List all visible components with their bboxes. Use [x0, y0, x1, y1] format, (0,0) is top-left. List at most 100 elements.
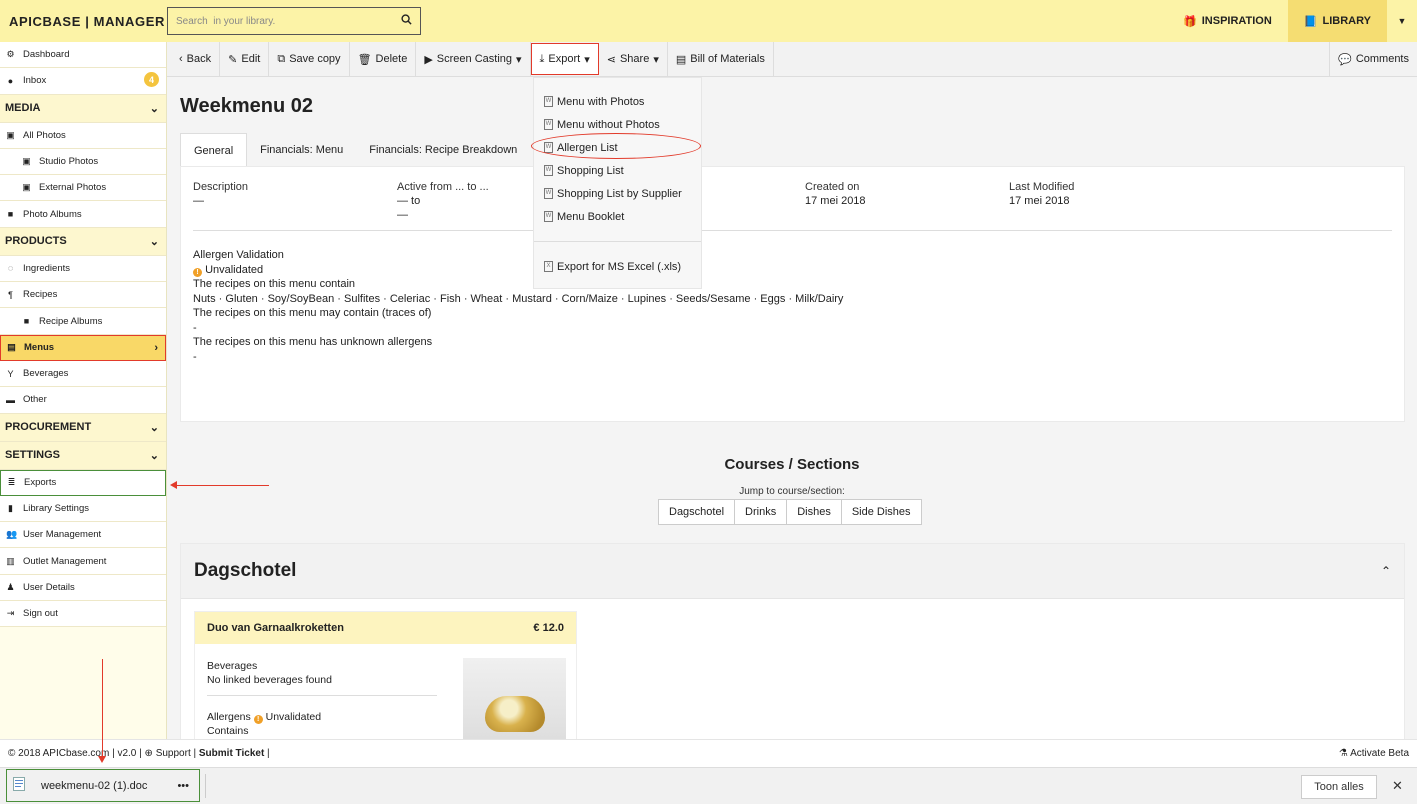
more-options-icon[interactable]: •••: [177, 780, 189, 792]
unknown-label: The recipes on this menu has unknown all…: [193, 336, 433, 348]
jump-dagschotel-button[interactable]: Dagschotel: [658, 499, 736, 525]
section-header[interactable]: Dagschotel ⌃: [181, 544, 1404, 599]
sidebar-item-external-photos[interactable]: ▣ External Photos: [0, 175, 166, 202]
sidebar-item-library-settings[interactable]: ▮ Library Settings: [0, 495, 166, 523]
jump-drinks-button[interactable]: Drinks: [734, 499, 788, 525]
image-icon: ▣: [6, 129, 15, 140]
sidebar-item-outlet-management[interactable]: ▥ Outlet Management: [0, 548, 166, 575]
description-block: Description —: [193, 180, 248, 208]
cutlery-icon: ¶: [8, 289, 13, 300]
search-input[interactable]: [176, 15, 386, 27]
library-link[interactable]: 📘 LIBRARY: [1287, 0, 1387, 42]
sidebar-item-beverages[interactable]: Y Beverages: [0, 360, 166, 388]
download-item[interactable]: weekmenu-02 (1).doc •••: [6, 769, 200, 802]
sidebar-item-recipes[interactable]: ¶ Recipes: [0, 282, 166, 309]
sidebar-item-dashboard[interactable]: ⚙ Dashboard: [0, 42, 166, 69]
tab-financials-recipe-breakdown[interactable]: Financials: Recipe Breakdown: [356, 133, 530, 167]
active-label: Active from ... to ...: [397, 181, 489, 193]
list-icon: ▤: [675, 53, 687, 66]
book-icon: 📘: [1303, 15, 1318, 28]
chevron-down-icon: ⌄: [149, 421, 159, 434]
comments-button[interactable]: 💬 Comments: [1329, 42, 1417, 76]
chevron-down-icon: ⌄: [149, 102, 159, 115]
box-icon: ▬: [6, 394, 15, 405]
save-copy-button[interactable]: ⧉ Save copy: [269, 42, 350, 76]
dish-header[interactable]: Duo van Garnaalkroketten € 12.0: [195, 612, 576, 644]
download-separator: [205, 774, 206, 798]
general-card: Description — Active from ... to ... — t…: [180, 166, 1405, 422]
export-menu-with-photos[interactable]: W Menu with Photos: [534, 90, 701, 113]
chevron-down-icon: ⌄: [149, 235, 159, 248]
annotation-arrow-line: [174, 485, 269, 486]
export-shopping-list-by-supplier[interactable]: W Shopping List by Supplier: [534, 182, 701, 205]
export-button[interactable]: ⤓ Export ▾: [530, 43, 599, 75]
show-all-button[interactable]: Toon alles: [1301, 775, 1377, 799]
active-value: — to: [397, 195, 421, 207]
sidebar-item-all-photos[interactable]: ▣ All Photos: [0, 122, 166, 149]
bill-of-materials-button[interactable]: ▤ Bill of Materials: [668, 42, 774, 76]
close-icon[interactable]: ✕: [1392, 778, 1403, 794]
caret-down-icon: ▾: [516, 53, 522, 66]
sidebar-item-user-details[interactable]: ♟ User Details: [0, 574, 166, 602]
top-bar: APICBASE | MANAGER 🎁 INSPIRATION 📘 LIBRA…: [0, 0, 1417, 42]
courses-title: Courses / Sections: [724, 456, 860, 473]
divider: [193, 230, 1392, 231]
dish-photo[interactable]: [463, 658, 566, 739]
activate-beta-link[interactable]: ⚗ Activate Beta: [1339, 748, 1409, 759]
jump-dishes-button[interactable]: Dishes: [786, 499, 842, 525]
search-icon[interactable]: [401, 14, 412, 28]
dish-divider: [207, 695, 437, 696]
sidebar-item-user-management[interactable]: 👥 User Management: [0, 522, 166, 549]
sidebar: ⚙ Dashboard ● Inbox 4 MEDIA ⌄ ▣ All Photos ▣ S…: [0, 42, 167, 739]
created-value: 17 mei 2018: [805, 195, 866, 207]
annotation-arrow-head: [98, 756, 106, 763]
sidebar-section-settings[interactable]: SETTINGS ⌄: [0, 441, 166, 470]
copyright: © 2018 APICbase.com | v2.0 |: [8, 748, 142, 759]
export-menu-booklet[interactable]: W Menu Booklet: [534, 205, 701, 228]
inspiration-link[interactable]: 🎁 INSPIRATION: [1167, 0, 1288, 42]
word-doc-icon: W: [544, 96, 553, 107]
sidebar-item-exports[interactable]: ≣ Exports: [0, 469, 166, 496]
play-icon: ▶: [424, 53, 433, 66]
dropdown-divider: [534, 241, 701, 242]
share-button[interactable]: ⋖ Share ▾: [599, 42, 668, 76]
chevron-up-icon[interactable]: ⌃: [1381, 564, 1391, 578]
sidebar-item-menus[interactable]: ▤ Menus ›: [0, 334, 166, 361]
submit-ticket-link[interactable]: Submit Ticket: [199, 748, 264, 759]
sidebar-item-photo-albums[interactable]: ■ Photo Albums: [0, 201, 166, 228]
user-icon: ♟: [6, 581, 15, 592]
screen-casting-button[interactable]: ▶ Screen Casting ▾: [416, 42, 531, 76]
footer-left: © 2018 APICbase.com | v2.0 | ⊕ Support |…: [8, 748, 270, 759]
back-button[interactable]: ‹ Back: [171, 42, 221, 76]
tab-financials-menu[interactable]: Financials: Menu: [247, 133, 356, 167]
export-ms-excel[interactable]: X Export for MS Excel (.xls): [534, 255, 701, 278]
jump-side-dishes-button[interactable]: Side Dishes: [840, 499, 922, 525]
export-dropdown: W Menu with Photos W Menu without Photos W…: [531, 77, 702, 289]
export-shopping-list[interactable]: W Shopping List: [534, 159, 701, 182]
sidebar-item-studio-photos[interactable]: ▣ Studio Photos: [0, 148, 166, 176]
users-icon: 👥: [6, 529, 18, 540]
sidebar-item-inbox[interactable]: ● Inbox 4: [0, 68, 166, 95]
sidebar-section-media[interactable]: MEDIA ⌄: [0, 94, 166, 123]
brand-logo[interactable]: APICBASE | MANAGER: [0, 14, 167, 29]
user-menu-caret-icon[interactable]: ▼: [1387, 0, 1417, 42]
building-icon: ▥: [6, 555, 15, 566]
caret-down-icon: ▾: [653, 53, 659, 66]
sidebar-section-products[interactable]: PRODUCTS ⌄: [0, 227, 166, 256]
share-icon: ⋖: [606, 53, 616, 66]
folder-icon: ■: [7, 209, 14, 220]
delete-button[interactable]: 🗑 Delete: [350, 42, 417, 76]
support-link[interactable]: Support: [156, 748, 191, 759]
chevron-left-icon: ‹: [179, 53, 183, 65]
sidebar-section-procurement[interactable]: PROCUREMENT ⌄: [0, 413, 166, 442]
sidebar-item-ingredients[interactable]: ◌ Ingredients: [0, 255, 166, 283]
search-box[interactable]: [167, 7, 421, 35]
sidebar-item-other[interactable]: ▬ Other: [0, 387, 166, 414]
edit-button[interactable]: ✎ Edit: [220, 42, 270, 76]
tab-general[interactable]: General: [180, 133, 248, 167]
sidebar-item-sign-out[interactable]: ⇥ Sign out: [0, 601, 166, 628]
jump-label: Jump to course/section:: [739, 486, 845, 497]
sidebar-item-recipe-albums[interactable]: ■ Recipe Albums: [0, 308, 166, 335]
allergen-block: Allergen Validation ! Unvalidated The re…: [193, 248, 1383, 364]
menu-card-icon: ▤: [7, 342, 16, 353]
